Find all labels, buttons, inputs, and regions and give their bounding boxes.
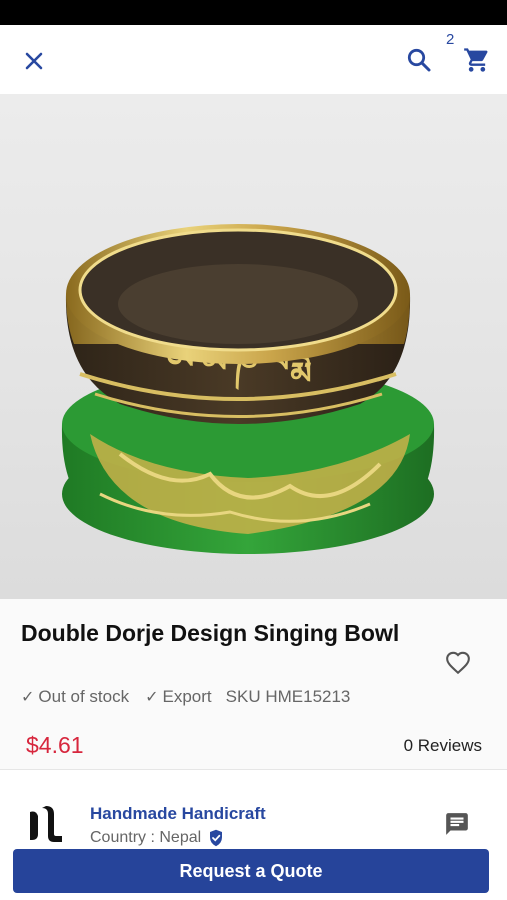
product-image[interactable]: ཨོཾ་མ་ཎི་པདྨེ (0, 94, 507, 599)
search-icon (407, 48, 431, 72)
check-icon: ✓ (21, 689, 35, 706)
top-app-bar: 2 (0, 25, 507, 93)
export-status: ✓ Export (145, 687, 212, 707)
seller-card[interactable]: Handmade Handicraft Country : Nepal (0, 769, 507, 849)
stock-status-label: Out of stock (38, 687, 130, 706)
status-bar (0, 0, 507, 25)
seller-name[interactable]: Handmade Handicraft (90, 804, 266, 824)
seller-country: Country : Nepal (90, 829, 225, 847)
chat-button[interactable] (441, 808, 473, 840)
close-button[interactable] (18, 45, 50, 77)
product-details: Double Dorje Design Singing Bowl ✓ Out o… (0, 599, 507, 769)
cart-icon (464, 48, 488, 72)
singing-bowl-photo: ཨོཾ་མ་ཎི་པདྨེ (61, 224, 435, 554)
cart-count-badge: 2 (446, 31, 455, 48)
seller-country-label: Country : Nepal (90, 829, 202, 846)
product-title: Double Dorje Design Singing Bowl (21, 620, 400, 646)
seller-logo (22, 800, 70, 848)
product-meta: ✓ Out of stock ✓ Export SKU HME15213 (21, 687, 350, 707)
stock-status: ✓ Out of stock (21, 687, 129, 707)
chat-icon (446, 813, 468, 835)
search-button[interactable] (402, 43, 436, 77)
sku: SKU HME15213 (225, 687, 351, 706)
export-label: Export (162, 687, 212, 706)
heart-icon (446, 651, 470, 675)
seller-logo-mark (30, 806, 62, 842)
verified-icon (207, 829, 225, 847)
close-icon (25, 52, 43, 70)
check-icon: ✓ (145, 689, 159, 706)
cart-button[interactable] (460, 43, 494, 77)
wishlist-button[interactable] (440, 645, 476, 681)
reviews-count[interactable]: 0 Reviews (404, 736, 482, 756)
request-quote-button[interactable]: Request a Quote (13, 849, 489, 893)
product-price: $4.61 (26, 732, 84, 758)
